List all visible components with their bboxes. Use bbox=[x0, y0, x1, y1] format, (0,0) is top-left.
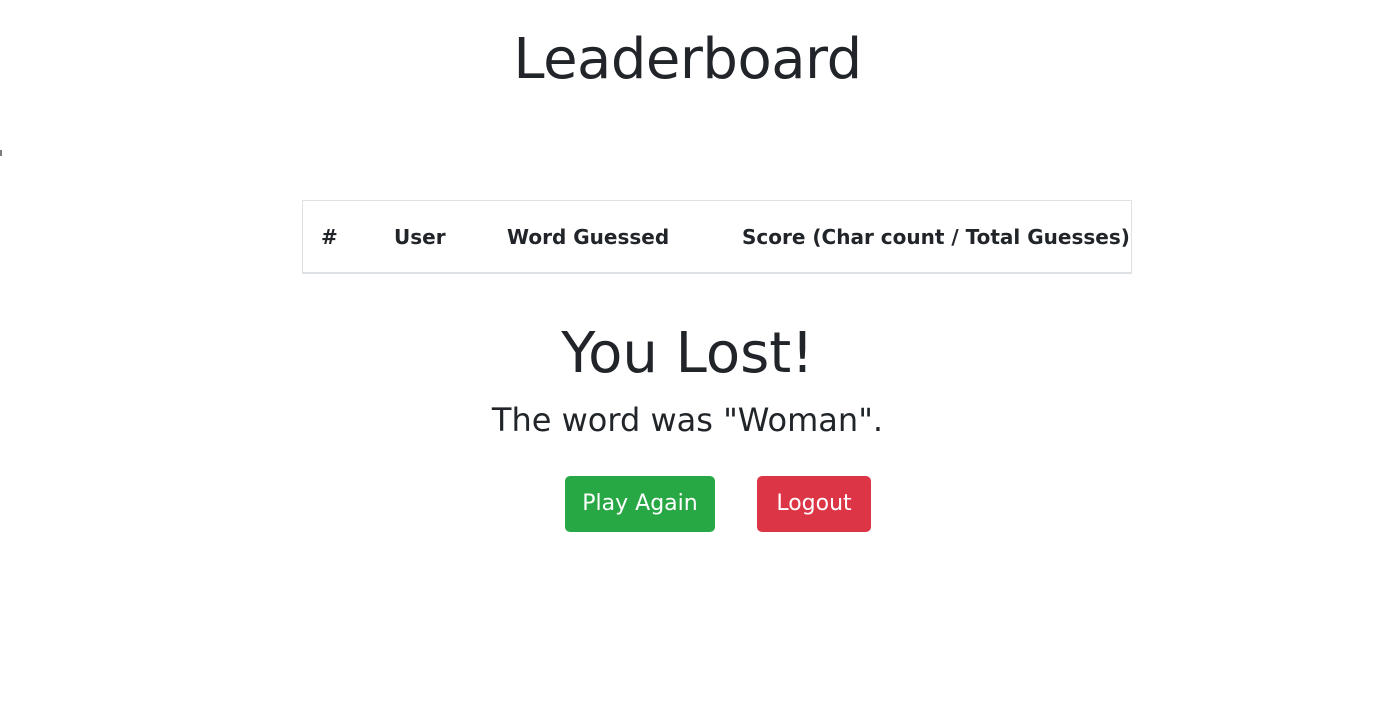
column-header-user: User bbox=[394, 225, 446, 249]
game-over-page: Leaderboard # User Word Guessed Score (C… bbox=[0, 0, 1375, 708]
leaderboard-header-row: # User Word Guessed Score (Char count / … bbox=[303, 201, 1131, 273]
column-header-score: Score (Char count / Total Guesses) bbox=[742, 225, 1130, 249]
leaderboard-table: # User Word Guessed Score (Char count / … bbox=[303, 201, 1131, 273]
column-header-word-guessed: Word Guessed bbox=[507, 225, 670, 249]
logout-button[interactable]: Logout bbox=[757, 476, 871, 532]
result-heading: You Lost! bbox=[561, 321, 814, 386]
page-title: Leaderboard bbox=[513, 27, 862, 92]
column-header-rank: # bbox=[321, 225, 338, 249]
leaderboard-header: # User Word Guessed Score (Char count / … bbox=[303, 201, 1131, 273]
leaderboard-table-container: # User Word Guessed Score (Char count / … bbox=[302, 200, 1132, 274]
edge-mark bbox=[0, 150, 2, 156]
play-again-button[interactable]: Play Again bbox=[565, 476, 715, 532]
result-message: The word was "Woman". bbox=[491, 401, 884, 439]
